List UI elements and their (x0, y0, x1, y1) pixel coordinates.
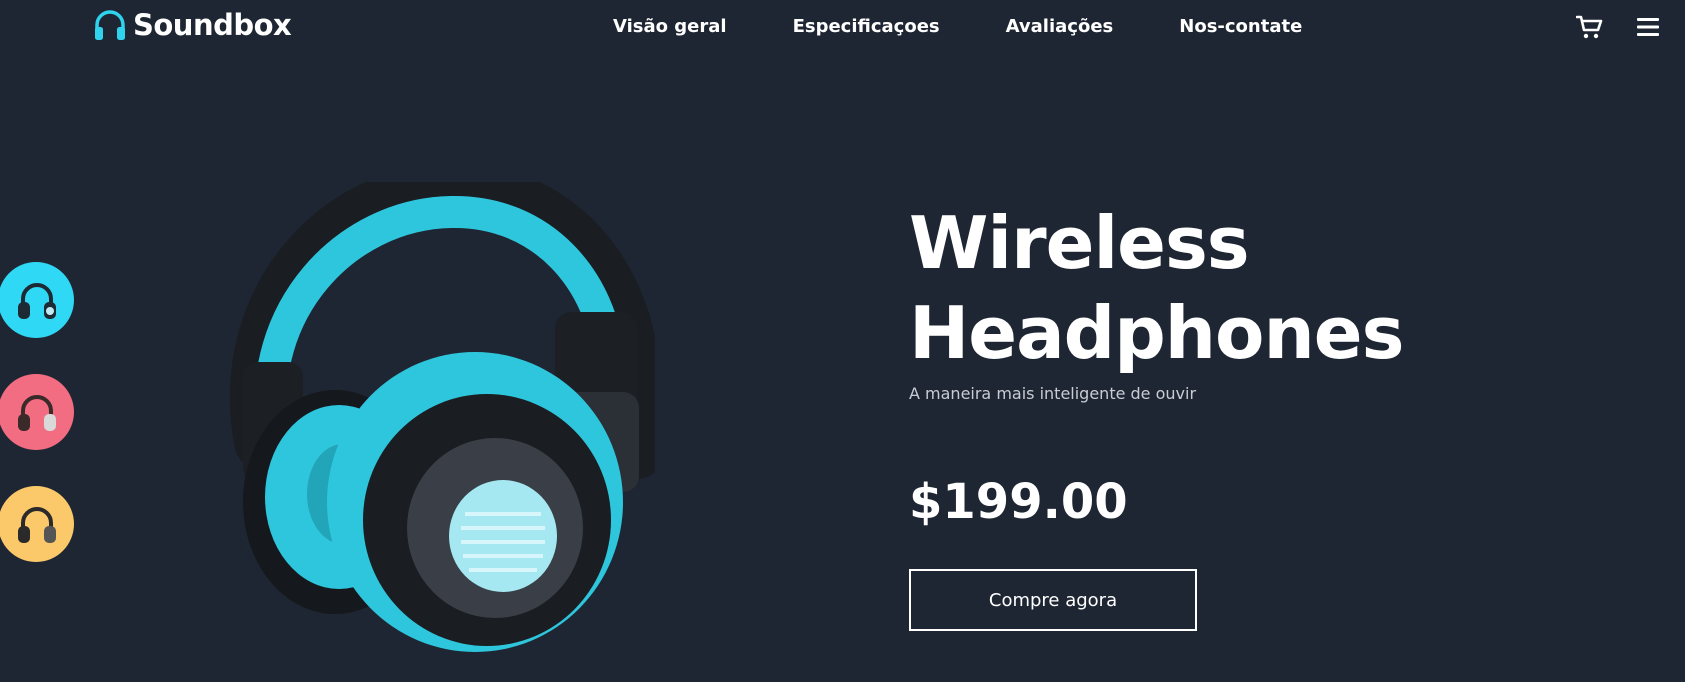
product-title-line-1: Wireless (909, 201, 1250, 285)
headphones-icon (18, 395, 56, 431)
hero-section: Wireless Headphones A maneira mais intel… (909, 198, 1404, 631)
top-navbar: Soundbox Visão geral Especificaçoes Aval… (0, 0, 1685, 56)
headphones-icon (18, 283, 56, 319)
cart-icon[interactable] (1576, 13, 1604, 41)
product-title-line-2: Headphones (909, 291, 1404, 375)
cyan-headphones-thumbnail[interactable] (0, 262, 74, 338)
brand-name: Soundbox (133, 8, 292, 42)
product-title: Wireless Headphones (909, 198, 1404, 378)
nav-link-specifications[interactable]: Especificaçoes (793, 14, 940, 40)
headphones-icon (18, 507, 56, 543)
main-nav: Visão geral Especificaçoes Avaliações No… (613, 14, 1302, 40)
yellow-headphones-thumbnail[interactable] (0, 486, 74, 562)
pink-headphones-thumbnail[interactable] (0, 374, 74, 450)
buy-now-button[interactable]: Compre agora (909, 569, 1197, 631)
nav-link-contact[interactable]: Nos-contate (1179, 14, 1302, 40)
headphones-product-image (229, 182, 655, 652)
product-price: $199.00 (909, 474, 1128, 530)
product-color-thumbnails (0, 262, 74, 598)
brand-logo[interactable]: Soundbox (93, 8, 292, 42)
hamburger-menu-icon[interactable] (1636, 15, 1660, 39)
nav-link-overview[interactable]: Visão geral (613, 14, 727, 40)
nav-link-reviews[interactable]: Avaliações (1006, 14, 1114, 40)
headphones-icon (95, 10, 125, 40)
product-subtitle: A maneira mais inteligente de ouvir (909, 384, 1197, 403)
